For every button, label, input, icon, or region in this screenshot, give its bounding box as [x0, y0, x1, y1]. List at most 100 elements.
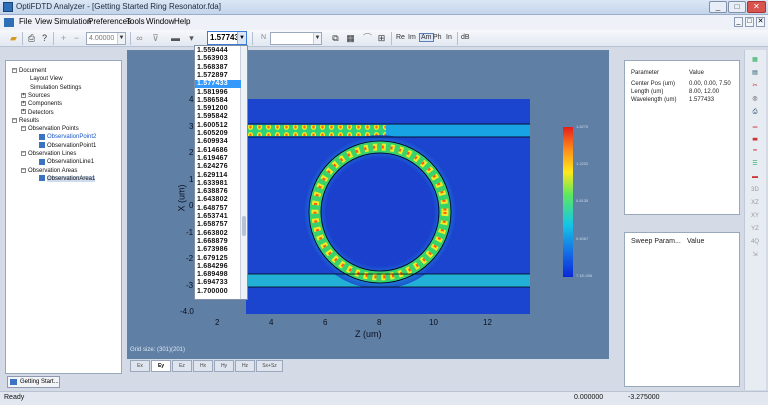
tab-hy[interactable]: Hy [214, 360, 234, 372]
tree-item[interactable]: Simulation Settings [30, 84, 81, 92]
document-icon[interactable] [4, 18, 14, 27]
chart2-icon[interactable]: ▃ [749, 133, 761, 143]
wavelength-option[interactable]: 1.638876 [195, 188, 241, 196]
help-icon[interactable]: ? [39, 33, 50, 44]
wavelength-option[interactable]: 1.559444 [195, 47, 241, 55]
tools-icon[interactable]: ✂ [749, 81, 761, 91]
expand-icon[interactable]: + [21, 101, 26, 107]
ph-button[interactable]: Ph [433, 34, 442, 41]
zoom-out-icon[interactable]: − [71, 33, 82, 44]
line-icon[interactable]: ━ [749, 146, 761, 156]
tree-item[interactable]: ObservationLine1 [39, 158, 94, 166]
view-xz-button[interactable]: XZ [749, 198, 761, 208]
layout-icon[interactable]: ▤ [749, 68, 761, 78]
target-icon[interactable]: ◎ [749, 94, 761, 104]
wavelength-option[interactable]: 1.591200 [195, 105, 241, 113]
open-folder-icon[interactable]: ▰ [8, 33, 19, 44]
menu-help[interactable]: Help [174, 17, 190, 26]
n-combo[interactable]: ▼ [270, 32, 322, 45]
wavelength-option[interactable]: 1.694733 [195, 279, 241, 287]
document-tab[interactable]: Getting Start... [7, 376, 60, 388]
wavelength-option[interactable]: 1.577433 [195, 80, 241, 89]
zoom-combo[interactable]: 4.00000 ▼ [86, 32, 126, 45]
tab-ey[interactable]: Ey [151, 360, 171, 372]
dropdown-arrow-icon[interactable]: ▾ [186, 33, 197, 44]
chart-icon[interactable]: ▁ [749, 120, 761, 130]
scrollbar-thumb[interactable] [242, 216, 246, 236]
wavelength-option[interactable]: 1.624276 [195, 163, 241, 171]
view-xy-button[interactable]: XY [749, 211, 761, 221]
tree-item[interactable]: + Detectors [21, 109, 54, 117]
wavelength-option[interactable]: 1.609934 [195, 138, 241, 146]
menu-view[interactable]: View [35, 17, 52, 26]
wavelength-option[interactable]: 1.653741 [195, 213, 241, 221]
wavelength-option[interactable]: 1.600512 [195, 122, 241, 130]
wavelength-option[interactable]: 1.648757 [195, 205, 241, 213]
mdi-close-button[interactable]: ✕ [756, 17, 765, 27]
field-plot[interactable] [246, 99, 530, 314]
wavelength-option[interactable]: 1.658757 [195, 221, 241, 229]
wavelength-option[interactable]: 1.629114 [195, 172, 241, 180]
tree-item[interactable]: − Observation Lines [21, 150, 76, 158]
wavelength-option[interactable]: 1.581996 [195, 89, 241, 97]
dropdown-scrollbar[interactable] [240, 46, 247, 299]
minimize-button[interactable]: _ [709, 1, 727, 13]
wavelength-option[interactable]: 1.633981 [195, 180, 241, 188]
tree-item[interactable]: − Results [12, 117, 39, 125]
wavelength-option[interactable]: 1.700000 [195, 288, 241, 296]
export-icon[interactable]: ⇲ [749, 250, 761, 260]
tree-item[interactable]: + Components [21, 100, 62, 108]
wavelength-option[interactable]: 1.689498 [195, 271, 241, 279]
collapse-icon[interactable]: − [21, 150, 26, 156]
wavelength-option[interactable]: 1.572897 [195, 72, 241, 80]
menu-preferences[interactable]: Preferences [88, 17, 131, 26]
wavelength-option[interactable]: 1.684296 [195, 263, 241, 271]
plot-icon[interactable]: ⊞ [376, 33, 387, 44]
tree-item[interactable]: ObservationArea1 [39, 175, 96, 183]
menu-window[interactable]: Window [146, 17, 174, 26]
copy-icon[interactable]: ⧉ [330, 33, 341, 44]
tree-item[interactable]: − Observation Points [21, 125, 79, 133]
wavelength-option[interactable]: 1.668879 [195, 238, 241, 246]
view-yz-button[interactable]: YZ [749, 224, 761, 234]
close-button[interactable]: ✕ [747, 1, 766, 13]
collapse-icon[interactable]: − [12, 117, 17, 123]
expand-icon[interactable]: + [21, 92, 26, 98]
wavelength-option[interactable]: 1.586584 [195, 97, 241, 105]
mdi-minimize-button[interactable]: _ [734, 17, 743, 27]
im-button[interactable]: Im [408, 34, 416, 41]
menu-tools[interactable]: Tools [126, 17, 145, 26]
print-icon[interactable]: ⎙ [749, 107, 761, 117]
db-button[interactable]: dB [461, 34, 470, 41]
wavelength-option[interactable]: 1.679125 [195, 255, 241, 263]
dash-icon[interactable]: ▬ [749, 172, 761, 182]
tree-item[interactable]: ObservationPoint1 [39, 142, 96, 150]
collapse-icon[interactable]: − [21, 167, 26, 173]
re-button[interactable]: Re [396, 34, 405, 41]
wavelength-option[interactable]: 1.568387 [195, 64, 241, 72]
tab-hz[interactable]: Hz [235, 360, 255, 372]
grid-view-icon[interactable]: ▦ [345, 33, 356, 44]
tab-hx[interactable]: Hx [193, 360, 213, 372]
wavelength-option[interactable]: 1.605209 [195, 130, 241, 138]
wavelength-option[interactable]: 1.595842 [195, 113, 241, 121]
collapse-icon[interactable]: − [21, 126, 26, 132]
wavelength-option[interactable]: 1.619467 [195, 155, 241, 163]
mdi-restore-button[interactable]: □ [745, 17, 754, 27]
contour-icon[interactable]: ▬ [170, 33, 181, 44]
view-4q-button[interactable]: 4Q [749, 237, 761, 247]
wavelength-option[interactable]: 1.663802 [195, 230, 241, 238]
bars-icon[interactable]: ☰ [749, 159, 761, 169]
tree-item[interactable]: − Document [12, 67, 46, 75]
collapse-icon[interactable]: − [12, 67, 17, 73]
am-button[interactable]: Am [419, 33, 434, 42]
filter-icon[interactable]: ⊽ [150, 33, 161, 44]
in-button[interactable]: In [446, 34, 452, 41]
wavelength-option[interactable]: 1.643802 [195, 196, 241, 204]
tree-item[interactable]: − Observation Areas [21, 167, 77, 175]
grid-icon[interactable]: ▦ [749, 55, 761, 65]
print-icon[interactable]: ⎙ [26, 33, 37, 44]
tree-item[interactable]: ObservationPoint2 [39, 133, 96, 141]
wavelength-option[interactable]: 1.614686 [195, 147, 241, 155]
tab-ez[interactable]: Ez [172, 360, 192, 372]
